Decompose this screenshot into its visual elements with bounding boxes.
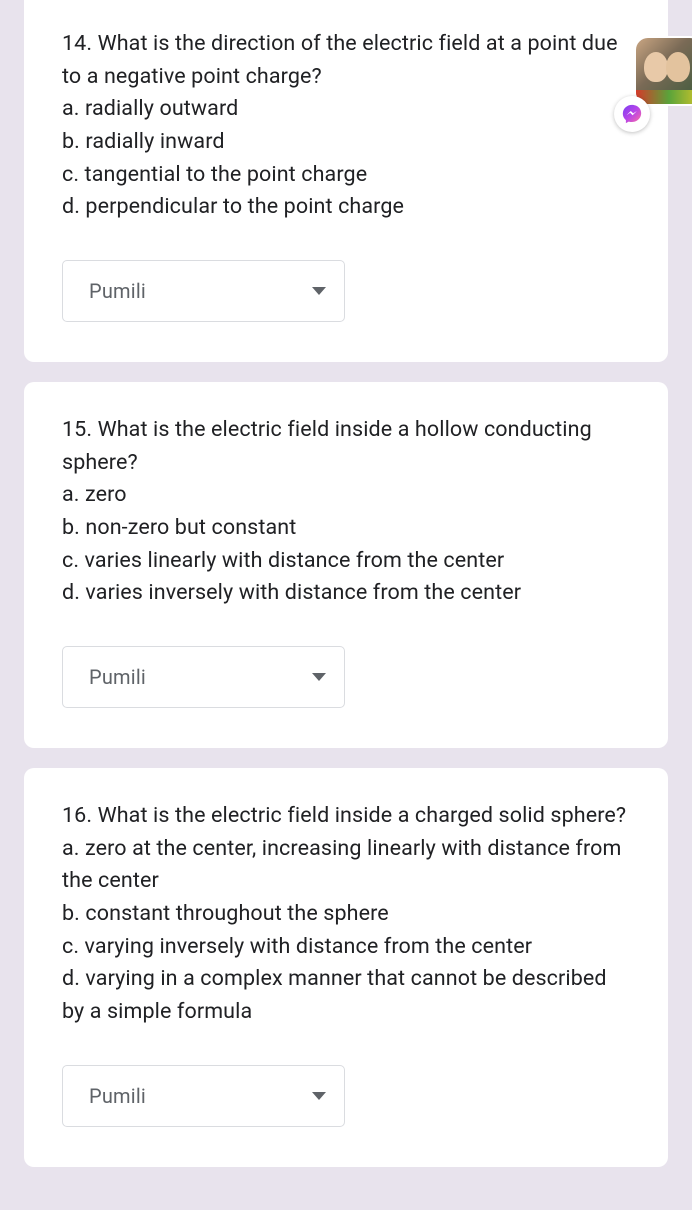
question-card-14: 14. What is the direction of the electri… [24,0,668,362]
chevron-down-icon [312,1092,326,1100]
chevron-down-icon [312,287,326,295]
question-card-16: 16. What is the electric field inside a … [24,768,668,1167]
dropdown-label: Pumili [89,665,146,689]
dropdown-label: Pumili [89,279,146,303]
answer-dropdown[interactable]: Pumili [62,260,345,322]
question-text: 16. What is the electric field inside a … [62,800,630,1029]
answer-dropdown[interactable]: Pumili [62,646,345,708]
question-card-15: 15. What is the electric field inside a … [24,382,668,748]
dropdown-label: Pumili [89,1084,146,1108]
chathead-avatar [634,36,692,106]
messenger-chathead[interactable] [624,36,692,136]
answer-dropdown[interactable]: Pumili [62,1065,345,1127]
messenger-icon [614,96,650,132]
chevron-down-icon [312,673,326,681]
question-text: 14. What is the direction of the electri… [62,28,630,224]
question-text: 15. What is the electric field inside a … [62,414,630,610]
